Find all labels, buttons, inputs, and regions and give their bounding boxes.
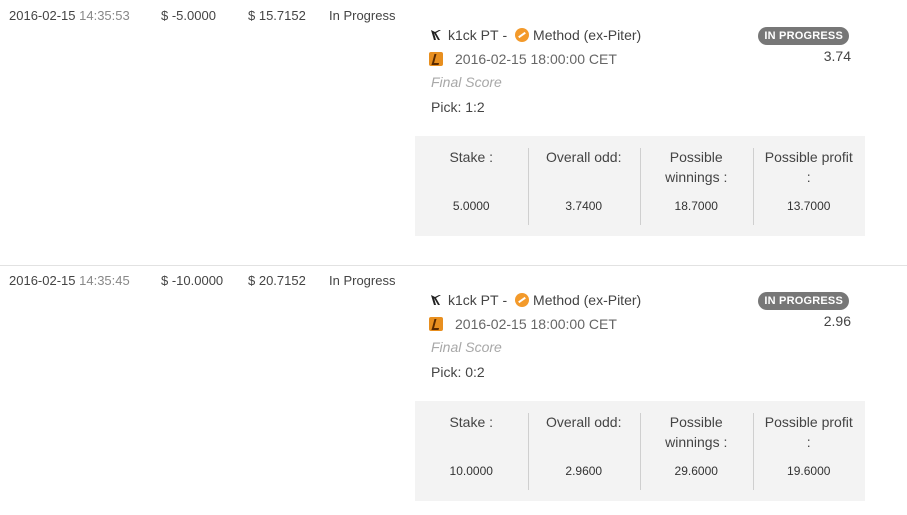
bet-details: k1ck PT - Method (ex-Piter) 2016-02-15 1… xyxy=(415,0,865,265)
possible-profit-value: 13.7000 xyxy=(787,199,831,213)
possible-profit-column: Possible profit : 13.7000 xyxy=(752,136,866,236)
stake-value: 10.0000 xyxy=(449,464,493,478)
final-score: Final Score xyxy=(431,339,502,355)
bet-summary: Stake : 5.0000 Overall odd: 3.7400 Possi… xyxy=(415,136,865,236)
k1ck-logo-icon xyxy=(431,295,441,305)
team1-name: k1ck PT xyxy=(448,27,499,43)
bet-status: In Progress xyxy=(329,273,396,288)
match-teams[interactable]: k1ck PT - Method (ex-Piter) xyxy=(429,27,641,43)
bet-date-time: 14:35:53 xyxy=(79,8,130,23)
stake-label: Stake : xyxy=(449,414,494,430)
bet-history-row: 2016-02-15 14:35:53 $ -5.0000 $ 15.7152 … xyxy=(0,0,907,266)
match-datetime: 2016-02-15 18:00:00 CET xyxy=(455,51,617,67)
bet-date: 2016-02-15 14:35:53 xyxy=(9,8,130,23)
odd-value: 3.74 xyxy=(823,48,851,64)
pick: Pick: 0:2 xyxy=(431,364,485,380)
balance-after: $ 15.7152 xyxy=(248,8,306,23)
team2-name: Method (ex-Piter) xyxy=(533,27,642,43)
possible-winnings-label: Possible winnings : xyxy=(665,149,728,185)
bet-date-day: 2016-02-15 xyxy=(9,8,76,23)
possible-profit-value: 19.6000 xyxy=(787,464,831,478)
bet-status: In Progress xyxy=(329,8,396,23)
overall-odd-column: Overall odd: 3.7400 xyxy=(527,136,641,236)
stake-label: Stake : xyxy=(449,149,494,165)
bet-history-row: 2016-02-15 14:35:45 $ -10.0000 $ 20.7152… xyxy=(0,266,907,515)
pick: Pick: 1:2 xyxy=(431,99,485,115)
possible-winnings-column: Possible winnings : 18.7000 xyxy=(640,136,753,236)
team-separator: - xyxy=(498,27,512,43)
method-logo-icon xyxy=(515,293,530,307)
possible-profit-column: Possible profit : 19.6000 xyxy=(752,401,866,501)
match-teams[interactable]: k1ck PT - Method (ex-Piter) xyxy=(429,292,641,308)
team-separator: - xyxy=(498,292,512,308)
possible-winnings-value: 18.7000 xyxy=(674,199,718,213)
possible-winnings-column: Possible winnings : 29.6000 xyxy=(640,401,753,501)
overall-odd-value: 2.9600 xyxy=(565,464,603,478)
final-score: Final Score xyxy=(431,74,502,90)
balance-after: $ 20.7152 xyxy=(248,273,306,288)
odd-value: 2.96 xyxy=(823,313,851,329)
possible-winnings-label: Possible winnings : xyxy=(665,414,728,450)
possible-profit-label: Possible profit : xyxy=(764,414,853,450)
possible-profit-label: Possible profit : xyxy=(764,149,853,185)
overall-odd-column: Overall odd: 2.9600 xyxy=(527,401,641,501)
balance-change: $ -5.0000 xyxy=(161,8,216,23)
team1-name: k1ck PT xyxy=(448,292,499,308)
stake-column: Stake : 5.0000 xyxy=(415,136,528,236)
team2-name: Method (ex-Piter) xyxy=(533,292,642,308)
bet-summary: Stake : 10.0000 Overall odd: 2.9600 Poss… xyxy=(415,401,865,501)
stake-column: Stake : 10.0000 xyxy=(415,401,528,501)
balance-change: $ -10.0000 xyxy=(161,273,224,288)
bet-date: 2016-02-15 14:35:45 xyxy=(9,273,130,288)
stake-value: 5.0000 xyxy=(452,199,490,213)
overall-odd-label: Overall odd: xyxy=(546,414,622,430)
match-datetime-line: 2016-02-15 18:00:00 CET xyxy=(429,51,617,67)
possible-winnings-value: 29.6000 xyxy=(674,464,718,478)
match-datetime: 2016-02-15 18:00:00 CET xyxy=(455,316,617,332)
bet-date-day: 2016-02-15 xyxy=(9,273,76,288)
status-badge: IN PROGRESS xyxy=(758,292,849,310)
status-badge: IN PROGRESS xyxy=(758,27,849,45)
bet-date-time: 14:35:45 xyxy=(79,273,130,288)
k1ck-logo-icon xyxy=(431,30,441,40)
method-logo-icon xyxy=(515,28,530,42)
match-datetime-line: 2016-02-15 18:00:00 CET xyxy=(429,316,617,332)
overall-odd-label: Overall odd: xyxy=(546,149,622,165)
overall-odd-value: 3.7400 xyxy=(565,199,603,213)
counter-strike-icon xyxy=(429,52,443,66)
bet-details: k1ck PT - Method (ex-Piter) 2016-02-15 1… xyxy=(415,266,865,515)
counter-strike-icon xyxy=(429,317,443,331)
